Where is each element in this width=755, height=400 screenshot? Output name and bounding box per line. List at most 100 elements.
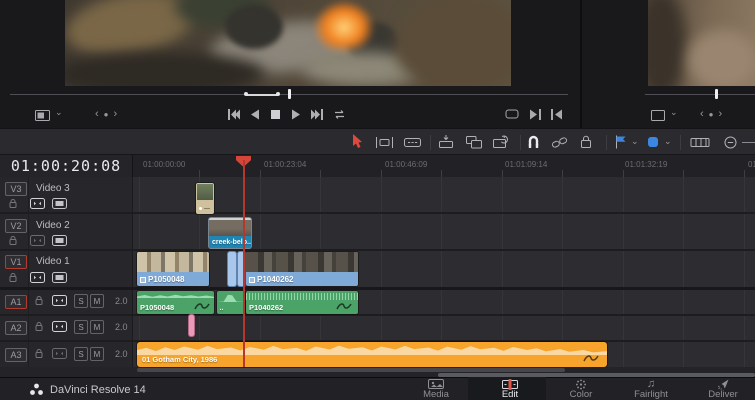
timeline-clip-pink[interactable] — [189, 315, 194, 336]
snapping-toggle-button[interactable] — [526, 134, 541, 149]
chevron-down-icon[interactable]: ⌄ — [55, 107, 63, 118]
play-from-in-button[interactable] — [551, 108, 563, 120]
track-badge-v1[interactable]: V1 — [5, 255, 27, 269]
timeline-clip-audio-small[interactable]: .. — [216, 291, 245, 314]
solo-button[interactable]: S — [74, 294, 88, 308]
viewer-mode-button[interactable] — [33, 108, 51, 122]
timeline-clip-p1040262-audio[interactable]: P1040262 — [246, 291, 358, 314]
range-out-dot[interactable] — [276, 91, 280, 96]
tab-deliver[interactable]: Deliver — [690, 378, 755, 400]
tab-fairlight[interactable]: ♫ Fairlight — [618, 378, 684, 400]
chevron-down-icon[interactable]: ⌄ — [670, 107, 678, 118]
marker-button[interactable] — [647, 136, 659, 148]
stop-button[interactable] — [270, 109, 281, 120]
clip-enable-icon — [52, 272, 67, 283]
secondary-viewer-video[interactable] — [648, 0, 755, 86]
jog-control[interactable]: ‹●› — [95, 108, 122, 120]
track-badge-v2[interactable]: V2 — [5, 219, 27, 233]
track-enable-button[interactable] — [52, 272, 67, 283]
track-lock-button[interactable] — [8, 198, 18, 209]
timeline-clip-p1050048-audio[interactable]: P1050048 — [137, 291, 214, 314]
dynamic-trim-mode-button[interactable] — [403, 136, 422, 149]
tab-edit[interactable]: Edit — [477, 378, 543, 400]
timeline-viewer-video[interactable] — [65, 0, 511, 86]
track-auto-select-button[interactable] — [52, 348, 67, 359]
position-lock-button[interactable] — [578, 134, 594, 149]
mute-button[interactable]: M — [90, 320, 104, 334]
zoom-out-button[interactable] — [724, 136, 737, 149]
solo-button[interactable]: S — [74, 347, 88, 361]
play-to-out-button[interactable] — [529, 108, 541, 120]
timeline-clip-small-1[interactable] — [227, 252, 236, 286]
track-lock-button[interactable] — [34, 321, 44, 332]
track-badge-a1[interactable]: A1 — [5, 295, 27, 309]
trim-edit-mode-button[interactable] — [375, 136, 394, 149]
range-in-dot[interactable] — [244, 91, 248, 96]
play-button[interactable] — [291, 109, 301, 120]
timeline-ruler[interactable]: 01:00:00:00 01:00:23:04 01:00:46:09 01:0… — [133, 155, 755, 177]
track-enable-button[interactable] — [52, 235, 67, 246]
link-clips-button[interactable] — [551, 136, 568, 149]
secondary-viewer-mode-button[interactable] — [650, 108, 666, 122]
track-lock-button[interactable] — [8, 235, 18, 246]
track-name-video3[interactable]: Video 3 — [36, 183, 70, 194]
viewer-edit-controls — [505, 106, 567, 122]
overwrite-clip-button[interactable] — [465, 135, 483, 149]
zoom-slider[interactable] — [742, 142, 755, 143]
track-auto-select-button[interactable] — [30, 198, 45, 209]
viewer-scene-shape — [395, 0, 511, 86]
track-badge-a3[interactable]: A3 — [5, 348, 27, 362]
secondary-jog-control[interactable]: ‹●› — [700, 108, 727, 120]
playhead-line[interactable] — [243, 160, 245, 367]
timeline-clip-p1050048-video[interactable]: P1050048 — [137, 252, 209, 286]
track-auto-select-button[interactable] — [52, 321, 67, 332]
goto-last-frame-button[interactable] — [311, 108, 323, 120]
stop-icon — [271, 109, 280, 119]
mute-button[interactable]: M — [90, 294, 104, 308]
track-auto-select-button[interactable] — [30, 235, 45, 246]
track-lock-button[interactable] — [34, 348, 44, 359]
track-badge-a2[interactable]: A2 — [5, 321, 27, 335]
play-reverse-icon — [251, 109, 259, 119]
track-name-video1[interactable]: Video 1 — [36, 256, 70, 267]
timeline-view-options-button[interactable] — [690, 136, 710, 149]
viewer-playhead-handle[interactable] — [288, 89, 291, 99]
replace-clip-button[interactable] — [492, 135, 511, 149]
selection-mode-button[interactable] — [351, 134, 364, 149]
timeline-clip-v3-still[interactable] — [196, 183, 214, 214]
loop-playback-button[interactable] — [333, 109, 346, 120]
play-reverse-button[interactable] — [250, 109, 260, 120]
track-lock-button[interactable] — [34, 295, 44, 306]
timeline-track-area[interactable]: creek-belo... P1050048 P1040262 P1050048… — [133, 177, 755, 367]
panel-scrollbar[interactable] — [438, 372, 755, 377]
match-frame-button[interactable] — [505, 108, 519, 120]
flag-button[interactable] — [614, 135, 627, 149]
chevron-down-icon[interactable]: ⌄ — [664, 136, 672, 147]
tab-media[interactable]: Media — [403, 378, 469, 400]
track-lock-button[interactable] — [8, 272, 18, 283]
timeline-clip-music[interactable]: 01 Gotham City, 1986 — [137, 342, 607, 367]
lock-icon — [9, 236, 17, 245]
clip-label: creek-belo... — [212, 239, 251, 246]
audio-waveform — [137, 294, 214, 298]
track-auto-select-button[interactable] — [30, 272, 45, 283]
timeline-clip-creek[interactable]: creek-belo... — [209, 218, 251, 248]
timeline-clip-p1040262-video[interactable]: P1040262 — [246, 252, 358, 286]
track-enable-button[interactable] — [52, 198, 67, 209]
track-separator — [133, 212, 755, 214]
track-name-video2[interactable]: Video 2 — [36, 220, 70, 231]
chevron-down-icon[interactable]: ⌄ — [631, 136, 639, 147]
mute-button[interactable]: M — [90, 347, 104, 361]
auto-select-icon — [30, 272, 45, 283]
timeline-scrollbar[interactable] — [137, 368, 565, 372]
tab-color[interactable]: Color — [548, 378, 614, 400]
scrubber-range[interactable] — [246, 93, 278, 96]
goto-first-frame-button[interactable] — [228, 108, 240, 120]
track-badge-v3[interactable]: V3 — [5, 182, 27, 196]
secondary-playhead-handle[interactable] — [715, 89, 718, 99]
timecode-display[interactable]: 01:00:20:08 — [0, 155, 133, 177]
track-auto-select-button[interactable] — [52, 295, 67, 306]
secondary-viewer-scrubber[interactable] — [645, 94, 755, 95]
insert-clip-button[interactable] — [437, 135, 455, 149]
solo-button[interactable]: S — [74, 320, 88, 334]
